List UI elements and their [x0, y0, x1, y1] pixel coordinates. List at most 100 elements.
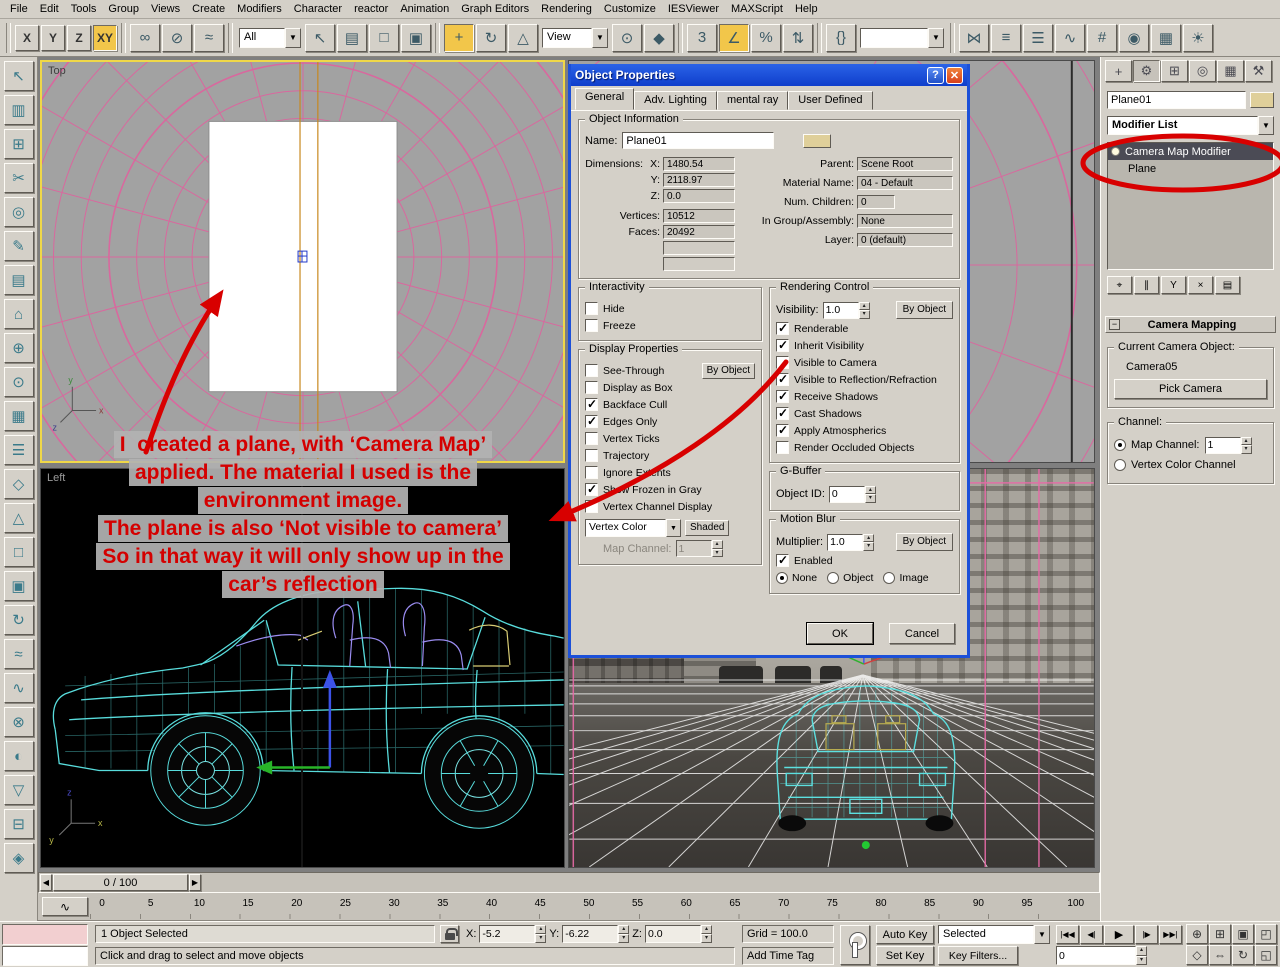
spin-up-icon[interactable]: ▴ — [863, 533, 875, 542]
left-tool-9-icon[interactable]: ⊕ — [3, 333, 34, 363]
spin-down-icon[interactable]: ▾ — [535, 934, 547, 943]
checkbox-receive-shadows[interactable] — [776, 389, 789, 403]
object-name-field[interactable]: Plane01 — [622, 132, 775, 149]
radio-vertex-color-channel[interactable] — [1114, 459, 1126, 471]
menu-customize[interactable]: Customize — [598, 1, 662, 17]
checkbox-show-frozen-in-gray[interactable] — [585, 482, 598, 496]
rectangular-selection-icon[interactable]: □ — [369, 23, 399, 52]
snap-toggle-3d-icon[interactable]: 3 — [687, 23, 717, 52]
menu-create[interactable]: Create — [186, 1, 231, 17]
cancel-button[interactable]: Cancel — [889, 623, 955, 644]
by-object-button[interactable]: By Object — [701, 362, 755, 379]
left-tool-7-icon[interactable]: ▤ — [3, 265, 34, 295]
menu-animation[interactable]: Animation — [394, 1, 455, 17]
select-and-scale-icon[interactable]: △ — [508, 23, 538, 52]
spin-down-icon[interactable]: ▾ — [863, 542, 875, 551]
visibility-spinner[interactable]: 1.0 ▴ ▾ — [822, 301, 870, 319]
vertex-channel-dropdown[interactable]: Vertex Color ▼ — [585, 519, 681, 537]
checkbox-hide[interactable] — [585, 302, 598, 315]
checkbox-freeze[interactable] — [585, 319, 598, 332]
checkbox-inherit-visibility[interactable] — [776, 338, 789, 352]
configure-modifier-sets-icon[interactable]: ▤ — [1215, 276, 1240, 294]
utilities-tab[interactable]: ⚒ — [1245, 60, 1272, 82]
checkbox-apply-atmospherics[interactable] — [776, 423, 789, 437]
visibility-by-object-button[interactable]: By Object — [895, 301, 953, 319]
select-by-name-icon[interactable]: ▤ — [337, 23, 367, 52]
set-key-button[interactable]: Set Key — [876, 946, 934, 965]
modifier-list-dropdown[interactable]: Modifier List ▼ — [1107, 116, 1274, 135]
spin-up-icon[interactable]: ▴ — [864, 485, 876, 494]
spin-down-icon[interactable]: ▾ — [864, 494, 876, 503]
dialog-titlebar[interactable]: Object Properties ? ✕ — [571, 64, 967, 86]
stack-item-camera-map-modifier[interactable]: Camera Map Modifier — [1108, 143, 1273, 160]
auto-key-button[interactable]: Auto Key — [876, 925, 934, 944]
select-object-icon[interactable]: ↖ — [305, 23, 335, 52]
car-wireframe-rear[interactable] — [776, 685, 956, 820]
object-name-field[interactable]: Plane01 — [1107, 91, 1246, 109]
constraint-y-button[interactable]: Y — [41, 24, 65, 51]
checkbox-trajectory[interactable] — [585, 449, 598, 462]
named-selection-dropdown[interactable]: ▼ — [860, 27, 944, 48]
time-slider-handle[interactable]: 0 / 100 — [53, 874, 188, 891]
panel-map-channel-spinner[interactable]: 1 ▴ ▾ — [1204, 436, 1252, 454]
spin-up-icon[interactable]: ▴ — [711, 540, 723, 549]
spin-down-icon[interactable]: ▾ — [1136, 955, 1147, 965]
object-id-spinner[interactable]: 0 ▴ ▾ — [828, 485, 876, 503]
stack-item-plane[interactable]: Plane — [1108, 160, 1273, 177]
curve-editor-icon[interactable]: ∿ — [1055, 23, 1085, 52]
spin-down-icon[interactable]: ▾ — [618, 934, 630, 943]
checkbox-backface-cull[interactable] — [585, 397, 598, 411]
selection-filter-dropdown[interactable]: All ▼ — [239, 27, 301, 48]
arc-rotate-icon[interactable]: ↻ — [1232, 945, 1254, 965]
menu-group[interactable]: Group — [102, 1, 145, 17]
align-icon[interactable]: ≡ — [991, 23, 1021, 52]
edit-named-selections-icon[interactable]: {} — [826, 23, 856, 52]
checkbox-cast-shadows[interactable] — [776, 406, 789, 420]
motion-blur-by-object-button[interactable]: By Object — [895, 533, 953, 551]
dialog-help-button[interactable]: ? — [927, 66, 944, 84]
left-tool-19-icon[interactable]: ∿ — [3, 673, 34, 703]
camera-mapping-rollout[interactable]: − Camera Mapping — [1105, 316, 1276, 333]
spin-up-icon[interactable]: ▴ — [1136, 946, 1147, 956]
previous-frame-button[interactable]: ◀| — [1080, 925, 1103, 944]
left-tool-1-icon[interactable]: ↖ — [3, 61, 34, 91]
zoom-icon[interactable]: ⊕ — [1186, 924, 1208, 944]
tab-user-defined[interactable]: User Defined — [788, 91, 873, 110]
spin-up-icon[interactable]: ▴ — [618, 925, 630, 934]
angle-snap-icon[interactable]: ∠ — [719, 23, 749, 52]
display-tab[interactable]: ▦ — [1217, 60, 1244, 82]
bind-to-spacewarp-icon[interactable]: ≈ — [194, 23, 224, 52]
spin-up-icon[interactable]: ▴ — [700, 925, 712, 934]
show-end-result-icon[interactable]: ∥ — [1134, 276, 1159, 294]
menu-modifiers[interactable]: Modifiers — [231, 1, 288, 17]
schematic-view-icon[interactable]: # — [1087, 23, 1117, 52]
coord-y-spinner[interactable]: -6.22 ▴ ▾ — [562, 925, 630, 943]
top-viewport[interactable]: y x z Top — [40, 60, 565, 463]
menu-help[interactable]: Help — [789, 1, 824, 17]
hierarchy-tab[interactable]: ⊞ — [1161, 60, 1188, 82]
fov-icon[interactable]: ◇ — [1186, 945, 1208, 965]
left-tool-23-icon[interactable]: ⊟ — [3, 809, 34, 839]
go-to-start-button[interactable]: |◀◀ — [1056, 925, 1079, 944]
shaded-button[interactable]: Shaded — [685, 520, 730, 536]
checkbox-renderable[interactable] — [776, 321, 789, 335]
coord-x-spinner[interactable]: -5.2 ▴ ▾ — [479, 925, 547, 943]
reference-coordsys-dropdown[interactable]: View ▼ — [542, 27, 608, 48]
checkbox-vertex-ticks[interactable] — [585, 432, 598, 445]
time-slider[interactable]: ◀ 0 / 100 ▶ — [38, 872, 1100, 893]
render-scene-icon[interactable]: ▦ — [1151, 23, 1181, 52]
left-tool-22-icon[interactable]: ▽ — [3, 775, 34, 805]
map-channel-spinner[interactable]: 1 ▴ ▾ — [675, 540, 723, 557]
use-pivot-center-icon[interactable]: ⊙ — [612, 23, 642, 52]
tab-mental-ray[interactable]: mental ray — [716, 91, 789, 110]
menu-edit[interactable]: Edit — [34, 1, 65, 17]
left-tool-10-icon[interactable]: ⊙ — [3, 367, 34, 397]
multiplier-spinner[interactable]: 1.0 ▴ ▾ — [827, 533, 875, 551]
left-tool-6-icon[interactable]: ✎ — [3, 231, 34, 261]
radio-none[interactable] — [776, 572, 788, 584]
checkbox-visible-to-camera[interactable] — [776, 356, 789, 369]
go-to-end-button[interactable]: ▶▶| — [1159, 925, 1182, 944]
dialog-close-button[interactable]: ✕ — [946, 66, 963, 84]
menu-file[interactable]: File — [4, 1, 34, 17]
left-tool-14-icon[interactable]: △ — [3, 503, 34, 533]
